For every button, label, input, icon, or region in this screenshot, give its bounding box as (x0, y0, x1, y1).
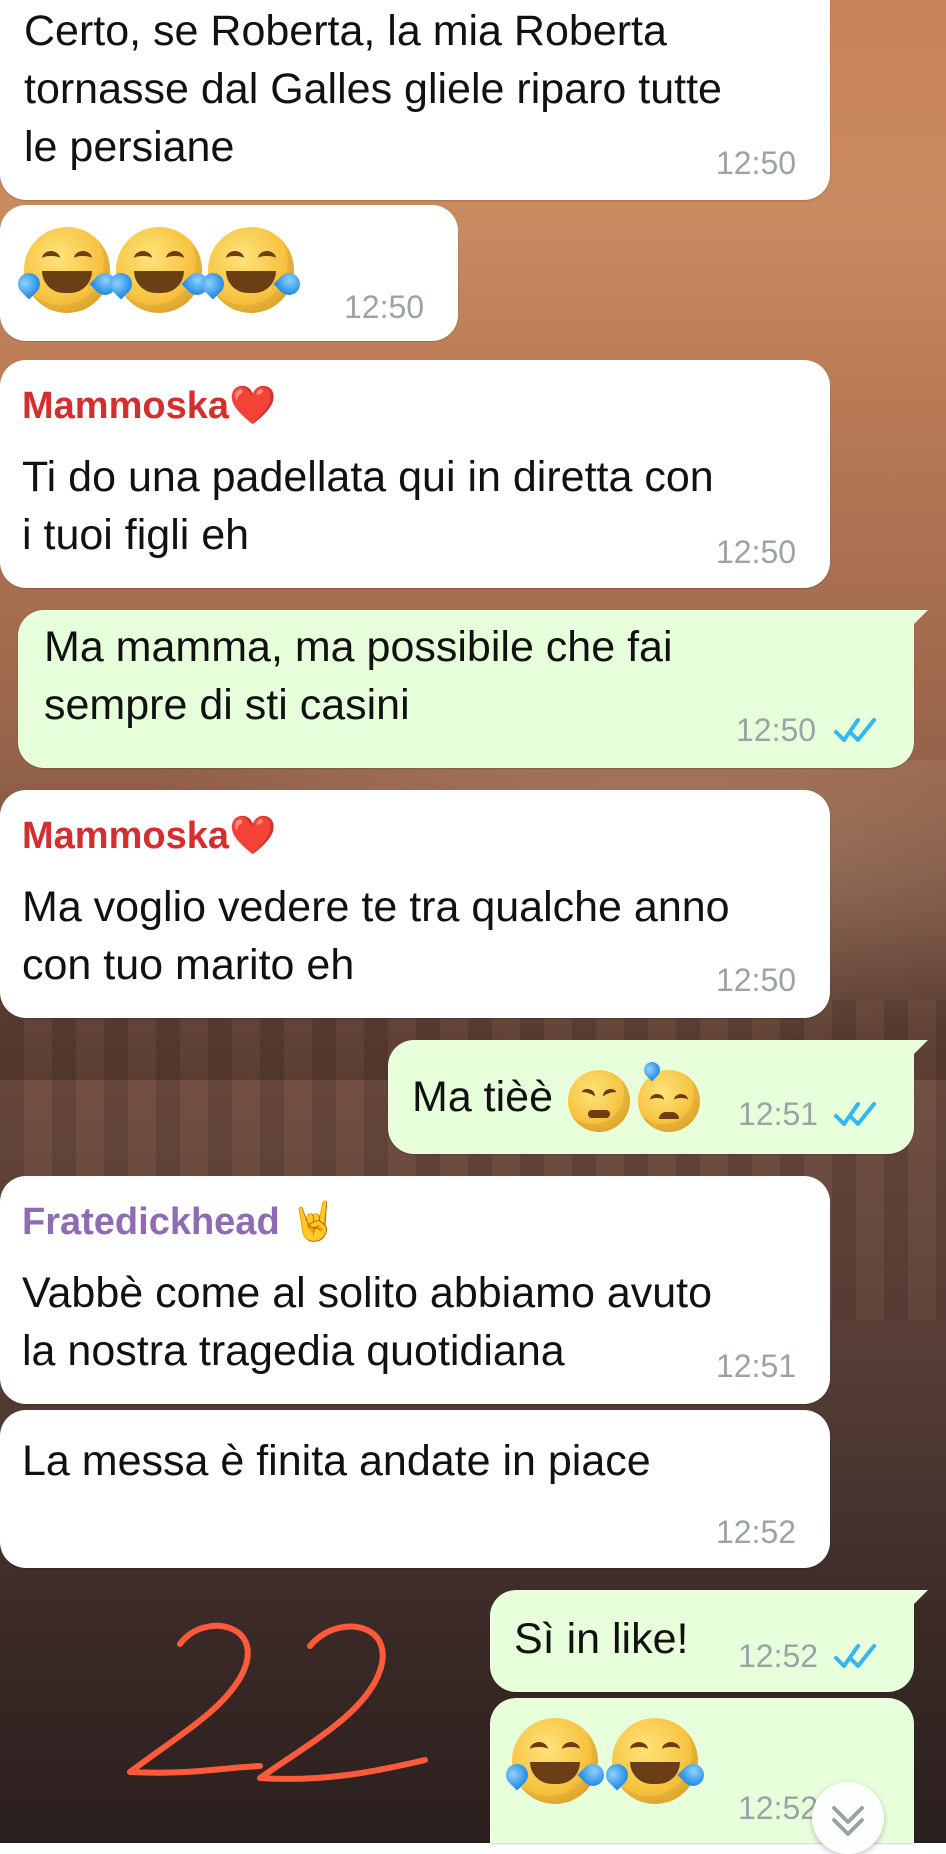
scroll-to-bottom-button[interactable] (812, 1782, 884, 1854)
message-sender: Fratedickhead 🤘 (22, 1201, 338, 1243)
message-time: 12:52 (716, 1514, 797, 1550)
message-bubble-outgoing[interactable]: Sì in like! 12:52 (490, 1590, 928, 1692)
message-bubble-incoming[interactable]: Mammoska❤️ Ti do una padellata qui in di… (0, 360, 830, 588)
message-bubble-incoming[interactable]: Certo, se Roberta, la mia Roberta tornas… (0, 0, 830, 200)
message-sender: Mammoska❤️ (22, 385, 277, 427)
handwritten-mark: 22 (127, 1622, 428, 1782)
message-bubble-outgoing[interactable]: Ma tièè 12:51 (388, 1040, 928, 1154)
face-with-tears-of-joy-icon (197, 227, 305, 313)
message-time: 12:51 (716, 1348, 797, 1384)
double-check-icon (834, 1644, 876, 1668)
message-time: 12:52 (738, 1638, 819, 1674)
message-text: Vabbè come al solito abbiamo avuto la no… (22, 1269, 713, 1375)
message-text-label: Ma tièè (412, 1073, 554, 1121)
message-text: Ma tièè (412, 1058, 742, 1138)
message-time: 12:50 (344, 289, 425, 325)
double-check-icon (834, 718, 876, 742)
message-sender: Mammoska❤️ (22, 815, 277, 857)
message-text: Sì in like! (514, 1615, 689, 1663)
message-time: 12:50 (736, 712, 817, 748)
message-text: Ma voglio vedere te tra qualche anno con… (22, 883, 730, 989)
persevering-face-icon (568, 1070, 630, 1132)
face-with-tears-of-joy-icon (13, 227, 121, 313)
downcast-face-with-sweat-icon (638, 1058, 700, 1132)
message-time: 12:51 (738, 1096, 819, 1132)
chevron-double-down-icon (832, 1806, 864, 1836)
face-with-tears-of-joy-icon (105, 227, 213, 313)
message-bubble-outgoing[interactable]: Ma mamma, ma possibile che fai sempre di… (18, 610, 928, 768)
message-bubble-incoming[interactable]: Fratedickhead 🤘 Vabbè come al solito abb… (0, 1176, 830, 1404)
message-emoji-group (13, 227, 305, 317)
message-time: 12:50 (716, 145, 797, 181)
message-text: La messa è finita andate in piace (22, 1437, 651, 1485)
chat-thread[interactable]: Certo, se Roberta, la mia Roberta tornas… (0, 0, 946, 1854)
face-with-tears-of-joy-icon (501, 1718, 609, 1804)
message-bubble-incoming[interactable]: La messa è finita andate in piace 12:52 (0, 1410, 830, 1568)
face-with-tears-of-joy-icon (601, 1718, 709, 1804)
double-check-icon (834, 1102, 876, 1126)
message-bubble-incoming[interactable]: 12:50 (0, 205, 458, 341)
message-time: 12:50 (716, 962, 797, 998)
message-time: 12:52 (738, 1790, 819, 1826)
message-text: Certo, se Roberta, la mia Roberta tornas… (24, 7, 722, 171)
message-time: 12:50 (716, 534, 797, 570)
message-emoji-group (501, 1718, 732, 1818)
message-text: Ti do una padellata qui in diretta con i… (22, 453, 714, 559)
message-bubble-incoming[interactable]: Mammoska❤️ Ma voglio vedere te tra qualc… (0, 790, 830, 1018)
